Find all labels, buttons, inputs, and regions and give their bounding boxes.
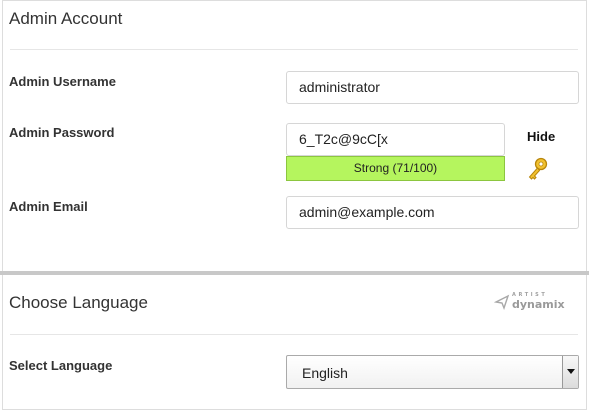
admin-username-label: Admin Username (9, 74, 116, 89)
password-strength-meter: Strong (71/100) (286, 156, 505, 181)
logo-big-text: dynamix (512, 298, 565, 311)
language-select[interactable]: English (286, 355, 579, 389)
choose-language-title: Choose Language (9, 293, 148, 312)
admin-password-input[interactable]: 6_T2c@9cC[x (286, 123, 505, 156)
chevron-down-icon[interactable] (562, 356, 578, 388)
artist-dynamix-logo: ARTIST dynamix (494, 292, 566, 312)
admin-username-input[interactable]: administrator (286, 71, 579, 104)
hide-password-link[interactable]: Hide (527, 129, 555, 144)
key-icon[interactable] (526, 156, 550, 182)
admin-email-label: Admin Email (9, 199, 88, 214)
admin-account-title: Admin Account (9, 9, 123, 28)
admin-email-input[interactable]: admin@example.com (286, 196, 579, 229)
language-divider (10, 334, 578, 335)
language-select-value: English (302, 365, 348, 381)
admin-password-label: Admin Password (9, 125, 115, 140)
admin-account-divider (10, 49, 578, 50)
dynamix-logo-icon (494, 294, 510, 310)
select-language-label: Select Language (9, 358, 113, 373)
